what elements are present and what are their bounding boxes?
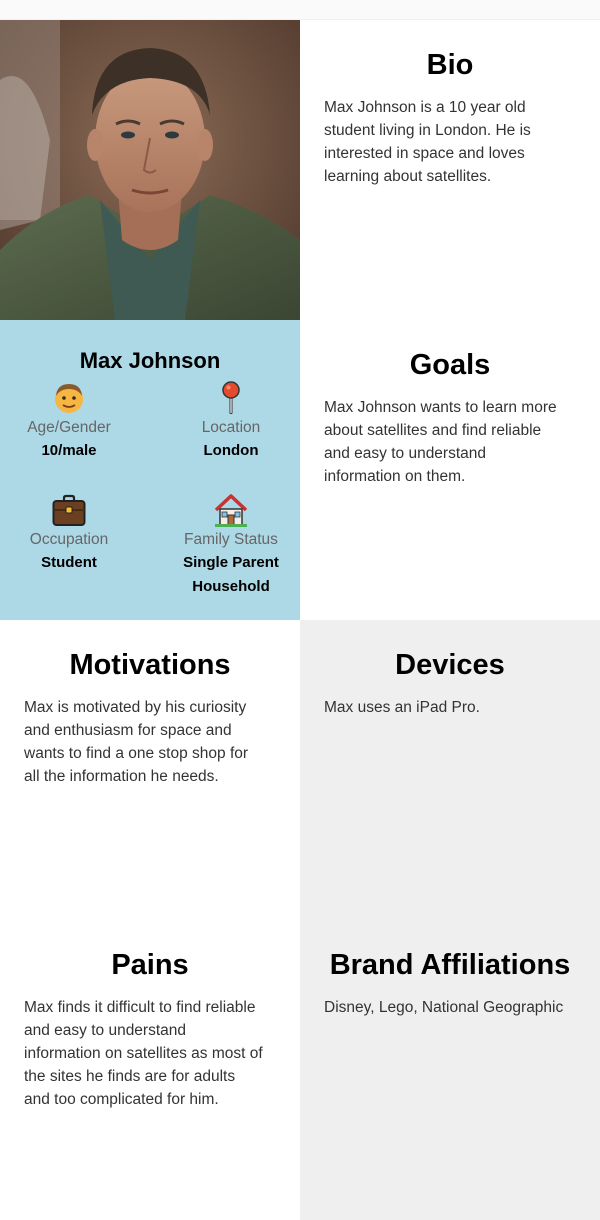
motivations-line: wants to find a one stop shop for [24,745,249,762]
info-occupation: Occupation Student [0,492,149,575]
devices-text: Max uses an iPad Pro. [324,696,578,719]
motivations-section: Motivations Max is motivated by his curi… [0,620,300,920]
info-value: 10/male [41,442,97,459]
pains-line: the sites he finds are for adults [24,1068,236,1085]
pains-section: Pains Max finds it difficult to find rel… [0,920,300,1220]
goals-line: information on them. [324,468,466,485]
goals-line: and easy to understand [324,445,487,462]
boy-face-icon [55,384,83,413]
motivations-text: Max is motivated by his curiosity and en… [24,696,278,788]
info-value-line: Household [192,578,270,595]
goals-line: Max Johnson wants to learn more [324,399,557,416]
info-value-line: Single Parent [183,554,279,571]
bio-text: Max Johnson is a 10 year old student liv… [324,96,578,188]
house-icon [214,494,248,527]
info-age-gender: Age/Gender 10/male [0,380,149,463]
pains-line: and easy to understand [24,1022,187,1039]
goals-section: Goals Max Johnson wants to learn more ab… [300,320,600,620]
info-label: Location [201,419,261,436]
devices-section: Devices Max uses an iPad Pro. [300,620,600,920]
pains-line: Max finds it difficult to find reliable [24,999,256,1016]
motivations-line: and enthusiasm for space and [24,722,232,739]
brand-affiliations-text: Disney, Lego, National Geographic [324,996,578,1019]
info-label: Family Status [184,531,278,548]
motivations-line: Max is motivated by his curiosity [24,699,247,716]
goals-title: Goals [409,349,491,381]
info-label: Occupation [29,531,109,548]
brand-affiliations-title: Brand Affiliations [329,949,571,981]
devices-line: Max uses an iPad Pro. [324,699,480,716]
bio-title: Bio [426,49,474,81]
motivations-title: Motivations [69,649,231,681]
pains-line: and too complicated for him. [24,1091,219,1108]
briefcase-icon [52,494,86,526]
info-value: London [203,442,259,459]
top-bar [0,0,600,20]
pains-text: Max finds it difficult to find reliable … [24,996,278,1111]
goals-text: Max Johnson wants to learn more about sa… [324,396,578,488]
bio-line: interested in space and loves [324,145,525,162]
info-family-status: Family Status Single Parent Household [151,492,300,599]
pains-line: information on satellites as most of [24,1045,263,1062]
profile-photo [0,20,300,320]
bio-line: Max Johnson is a 10 year old [324,99,526,116]
bio-line: student living in London. He is [324,122,531,139]
bio-section: Bio Max Johnson is a 10 year old student… [300,20,600,320]
goals-line: about satellites and find reliable [324,422,542,439]
profile-card: Max Johnson Age/Gender 10/male Location … [0,320,300,620]
portrait-image [0,20,300,320]
pains-title: Pains [111,949,189,981]
brand-affiliations-line: Disney, Lego, National Geographic [324,999,564,1016]
bio-line: learning about satellites. [324,168,492,185]
info-label: Age/Gender [27,419,111,436]
info-value: Student [41,554,97,571]
profile-name: Max Johnson [79,348,221,373]
info-location: Location London [151,380,300,463]
devices-title: Devices [395,649,505,681]
map-pin-icon [222,381,240,414]
motivations-line: all the information he needs. [24,768,219,785]
brand-affiliations-section: Brand Affiliations Disney, Lego, Nationa… [300,920,600,1220]
